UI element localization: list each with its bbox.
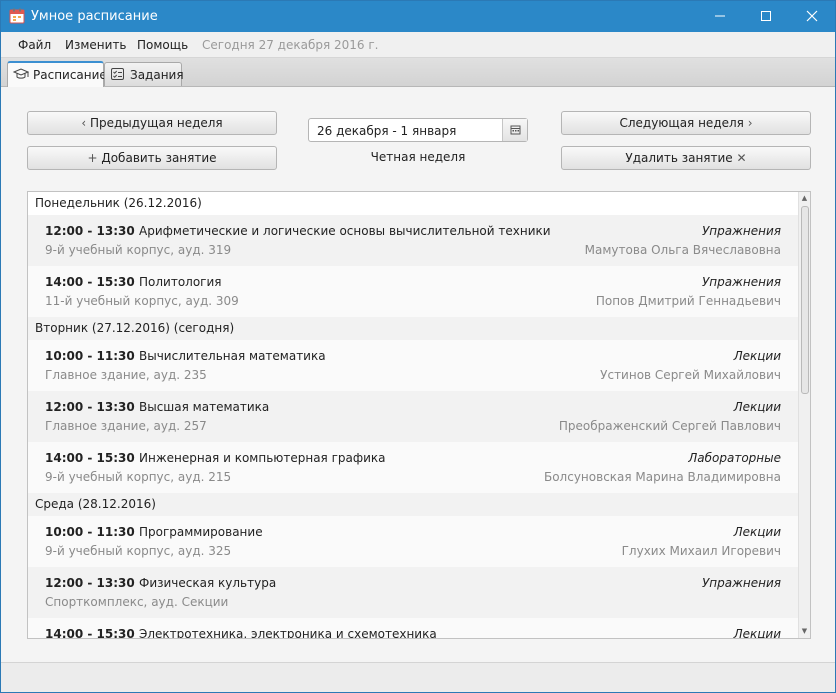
lesson-row[interactable]: 12:00 - 13:30 Высшая математика Лекции Г…	[28, 391, 798, 442]
title-bar: Умное расписание	[1, 1, 835, 32]
day-header-tuesday: Вторник (27.12.2016) (сегодня)	[28, 317, 798, 340]
lesson-time: 10:00 - 11:30	[45, 349, 135, 363]
schedule-list-content: Понедельник (26.12.2016) 12:00 - 13:30 А…	[28, 192, 798, 639]
prev-week-label: Предыдущая неделя	[89, 116, 223, 130]
lesson-subject: Политология	[139, 275, 222, 289]
today-date-label: Сегодня 27 декабря 2016 г.	[202, 38, 379, 52]
status-bar	[1, 662, 835, 692]
maximize-icon	[761, 11, 771, 21]
menu-help[interactable]: Помощь	[137, 38, 188, 52]
calendar-icon	[510, 125, 521, 135]
tab-schedule-label: Расписание	[33, 68, 107, 82]
week-parity-label: Четная неделя	[370, 150, 466, 164]
date-range-value: 26 декабря - 1 января	[317, 124, 457, 138]
lesson-teacher: Попов Дмитрий Геннадьевич	[595, 294, 781, 308]
close-button[interactable]	[789, 1, 835, 32]
lesson-row[interactable]: 10:00 - 11:30 Программирование Лекции 9-…	[28, 516, 798, 567]
lesson-type: Упражнения	[701, 275, 781, 289]
lesson-time: 14:00 - 15:30	[45, 451, 135, 465]
lesson-time: 14:00 - 15:30	[45, 275, 135, 289]
lesson-subject: Электротехника, электроника и схемотехни…	[139, 627, 437, 639]
menu-edit[interactable]: Изменить	[65, 38, 127, 52]
close-icon	[806, 10, 818, 22]
lesson-row[interactable]: 14:00 - 15:30 Электротехника, электроник…	[28, 618, 798, 639]
schedule-list[interactable]: Понедельник (26.12.2016) 12:00 - 13:30 А…	[27, 191, 811, 639]
lesson-subject: Высшая математика	[139, 400, 270, 414]
lesson-type: Лекции	[733, 627, 781, 639]
lesson-place: 11-й учебный корпус, ауд. 309	[45, 294, 239, 308]
lesson-type: Упражнения	[701, 576, 781, 590]
plus-icon: +	[87, 151, 98, 165]
assignments-icon	[111, 68, 124, 80]
lesson-teacher: Болсуновская Марина Владимировна	[543, 470, 781, 484]
tab-schedule[interactable]: Расписание	[7, 61, 107, 87]
menu-file[interactable]: Файл	[18, 38, 51, 52]
scroll-up-icon[interactable]: ▲	[800, 194, 809, 203]
lesson-subject: Физическая культура	[139, 576, 277, 590]
app-window: Умное расписание Файл Изменить Помощь Се…	[0, 0, 836, 693]
week-date-picker[interactable]: 26 декабря - 1 января	[308, 118, 528, 142]
lesson-time: 12:00 - 13:30	[45, 576, 135, 590]
maximize-button[interactable]	[743, 1, 789, 32]
scrollbar-thumb[interactable]	[801, 206, 809, 394]
lesson-type: Лекции	[733, 349, 781, 363]
chevron-right-icon: ›	[747, 116, 753, 130]
tab-assignments-label: Задания	[130, 68, 184, 82]
lesson-type: Лекции	[733, 400, 781, 414]
delete-lesson-label: Удалить занятие	[625, 151, 733, 165]
graduation-cap-icon	[13, 68, 29, 79]
lesson-subject: Вычислительная математика	[139, 349, 326, 363]
lesson-place: Главное здание, ауд. 235	[45, 368, 207, 382]
lesson-place: 9-й учебный корпус, ауд. 215	[45, 470, 232, 484]
delete-lesson-button[interactable]: Удалить занятие ✕	[561, 146, 811, 170]
lesson-place: Спорткомплекс, ауд. Секции	[45, 595, 229, 609]
add-lesson-button[interactable]: + Добавить занятие	[27, 146, 277, 170]
lesson-subject: Арифметические и логические основы вычис…	[139, 224, 551, 238]
lesson-row[interactable]: 12:00 - 13:30 Физическая культура Упражн…	[28, 567, 798, 618]
lesson-row[interactable]: 14:00 - 15:30 Инженерная и компьютерная …	[28, 442, 798, 493]
lesson-time: 14:00 - 15:30	[45, 627, 135, 639]
next-week-button[interactable]: Следующая неделя ›	[561, 111, 811, 135]
lesson-type: Лабораторные	[688, 451, 781, 465]
schedule-panel: ‹ Предыдущая неделя + Добавить занятие 2…	[1, 87, 835, 662]
lesson-teacher: Глухих Михаил Игоревич	[621, 544, 781, 558]
scroll-down-icon[interactable]: ▼	[800, 627, 809, 636]
tab-bar: Расписание Задания	[1, 58, 835, 87]
calendar-app-icon	[9, 8, 25, 24]
close-x-icon: ✕	[736, 151, 747, 165]
lesson-place: 9-й учебный корпус, ауд. 319	[45, 243, 232, 257]
minimize-icon	[715, 15, 725, 17]
day-header-monday: Понедельник (26.12.2016)	[28, 192, 798, 215]
calendar-button[interactable]	[502, 119, 527, 141]
lesson-teacher: Устинов Сергей Михайлович	[600, 368, 781, 382]
lesson-time: 12:00 - 13:30	[45, 400, 135, 414]
lesson-subject: Программирование	[139, 525, 263, 539]
prev-week-button[interactable]: ‹ Предыдущая неделя	[27, 111, 277, 135]
lesson-row[interactable]: 10:00 - 11:30 Вычислительная математика …	[28, 340, 798, 391]
lesson-row[interactable]: 14:00 - 15:30 Политология Упражнения 11-…	[28, 266, 798, 317]
lesson-teacher: Преображенский Сергей Павлович	[558, 419, 781, 433]
tab-assignments[interactable]: Задания	[104, 62, 184, 86]
lesson-place: Главное здание, ауд. 257	[45, 419, 207, 433]
lesson-time: 12:00 - 13:30	[45, 224, 135, 238]
lesson-place: 9-й учебный корпус, ауд. 325	[45, 544, 232, 558]
menu-bar: Файл Изменить Помощь Сегодня 27 декабря …	[1, 32, 835, 58]
lesson-type: Лекции	[733, 525, 781, 539]
day-header-wednesday: Среда (28.12.2016)	[28, 493, 798, 516]
window-title: Умное расписание	[31, 9, 158, 24]
next-week-label: Следующая неделя	[619, 116, 744, 130]
add-lesson-label: Добавить занятие	[101, 151, 217, 165]
lesson-row[interactable]: 12:00 - 13:30 Арифметические и логически…	[28, 215, 798, 266]
vertical-scrollbar[interactable]: ▲ ▼	[798, 192, 810, 638]
lesson-time: 10:00 - 11:30	[45, 525, 135, 539]
lesson-subject: Инженерная и компьютерная графика	[139, 451, 386, 465]
chevron-left-icon: ‹	[81, 116, 87, 130]
lesson-teacher: Мамутова Ольга Вячеславовна	[584, 243, 781, 257]
lesson-type: Упражнения	[701, 224, 781, 238]
minimize-button[interactable]	[697, 1, 743, 32]
